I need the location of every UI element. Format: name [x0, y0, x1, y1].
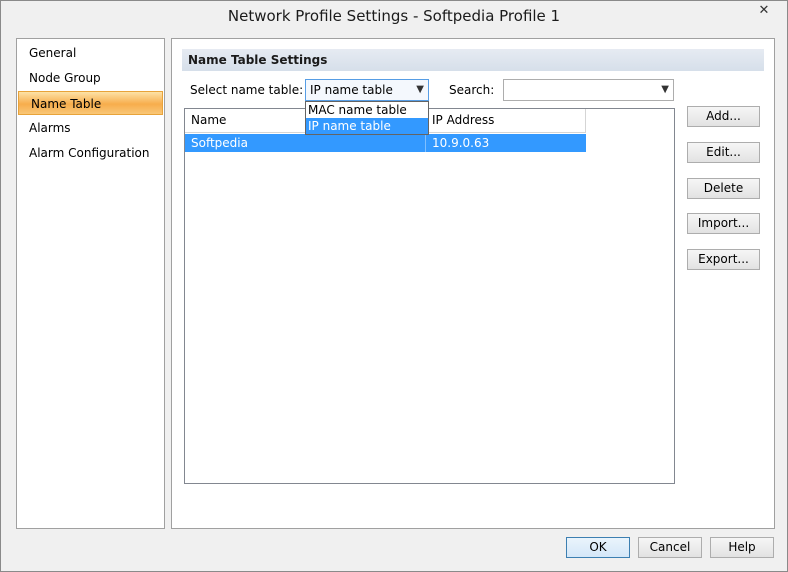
- name-table-select[interactable]: IP name table ▼: [305, 79, 429, 101]
- import-button[interactable]: Import...: [687, 213, 760, 234]
- dialog-window: Network Profile Settings - Softpedia Pro…: [0, 0, 788, 572]
- close-icon[interactable]: ✕: [747, 1, 781, 21]
- search-combo[interactable]: ▼: [503, 79, 674, 101]
- option-ip-name-table[interactable]: IP name table: [306, 118, 428, 134]
- nav-item-alarms[interactable]: Alarms: [17, 116, 164, 140]
- search-label: Search:: [449, 83, 495, 97]
- help-button[interactable]: Help: [710, 537, 774, 558]
- name-table-dropdown-list: MAC name table IP name table: [305, 101, 429, 135]
- export-button[interactable]: Export...: [687, 249, 760, 270]
- settings-nav-panel: General Node Group Name Table Alarms Ala…: [16, 38, 165, 529]
- chevron-down-icon[interactable]: ▼: [661, 80, 669, 100]
- cell-name: Softpedia: [191, 136, 248, 150]
- cell-ip-address: 10.9.0.63: [432, 136, 490, 150]
- delete-button[interactable]: Delete: [687, 178, 760, 199]
- nav-item-alarm-configuration[interactable]: Alarm Configuration: [17, 141, 164, 165]
- column-header-ip-address[interactable]: IP Address: [426, 109, 586, 132]
- nav-item-node-group[interactable]: Node Group: [17, 66, 164, 90]
- name-table-list[interactable]: Name IP Address Softpedia 10.9.0.63: [184, 108, 675, 484]
- nav-item-general[interactable]: General: [17, 41, 164, 65]
- chevron-down-icon[interactable]: ▼: [416, 80, 424, 100]
- cancel-button[interactable]: Cancel: [638, 537, 702, 558]
- select-name-table-label: Select name table:: [190, 83, 304, 97]
- window-title: Network Profile Settings - Softpedia Pro…: [227, 7, 561, 25]
- table-row[interactable]: Softpedia 10.9.0.63: [185, 134, 586, 152]
- add-button[interactable]: Add...: [687, 106, 760, 127]
- ok-button[interactable]: OK: [566, 537, 630, 558]
- name-table-select-value: IP name table: [310, 83, 393, 97]
- edit-button[interactable]: Edit...: [687, 142, 760, 163]
- section-title: Name Table Settings: [182, 49, 764, 71]
- title-bar[interactable]: Network Profile Settings - Softpedia Pro…: [1, 1, 787, 31]
- nav-item-name-table[interactable]: Name Table: [18, 91, 163, 115]
- option-mac-name-table[interactable]: MAC name table: [306, 102, 428, 118]
